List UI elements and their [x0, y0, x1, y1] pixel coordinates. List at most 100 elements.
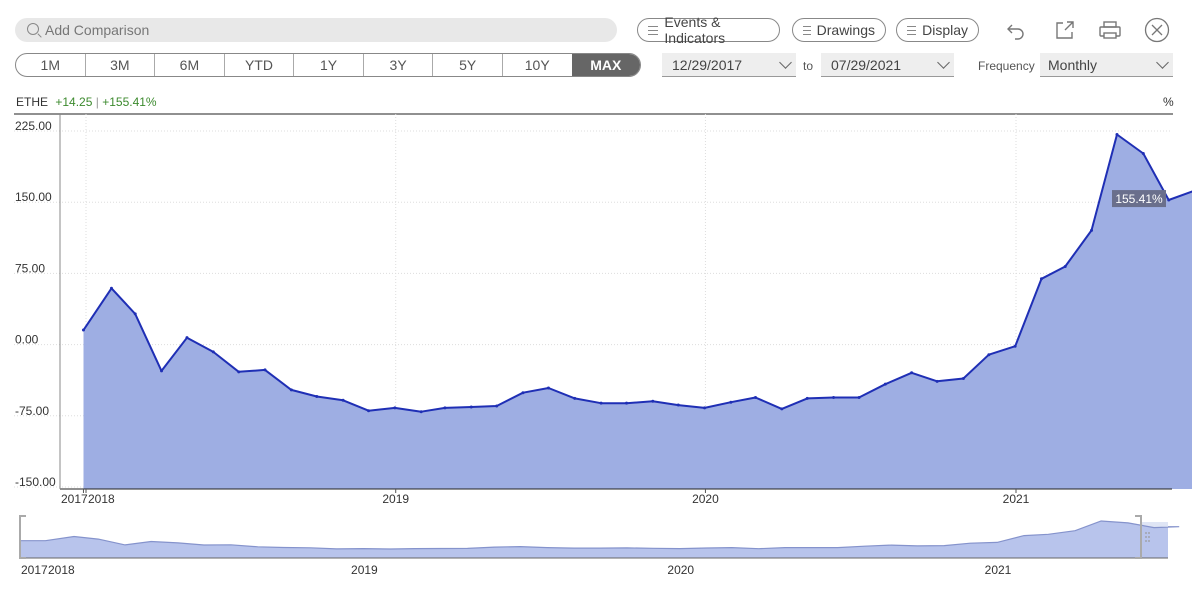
grip-dot [1148, 540, 1150, 542]
data-point [419, 410, 423, 414]
share-button[interactable] [1051, 16, 1079, 44]
start-date-select[interactable]: 12/29/2017 [662, 53, 796, 77]
data-point [1167, 198, 1171, 202]
range-selector: 1M 3M 6M YTD 1Y 3Y 5Y 10Y MAX [15, 53, 641, 77]
undo-icon [1007, 24, 1024, 40]
grip-dot [1148, 532, 1150, 534]
grip-dot [1145, 540, 1147, 542]
data-point [469, 405, 473, 409]
range-button-1m[interactable]: 1M [16, 54, 85, 76]
data-point [81, 328, 85, 332]
data-point [133, 312, 137, 316]
main-chart[interactable]: 225.00150.0075.000.00-75.00-150.002017 20… [0, 108, 1192, 510]
to-label: to [803, 59, 814, 73]
end-date-select[interactable]: 07/29/2021 [821, 53, 954, 77]
menu-icon [803, 25, 811, 35]
close-button[interactable] [1143, 16, 1171, 44]
data-point [367, 409, 371, 413]
data-point [495, 404, 499, 408]
data-point [703, 406, 707, 410]
search-icon [27, 23, 39, 35]
y-tick-label: 75.00 [15, 261, 45, 275]
data-point [832, 395, 836, 399]
undo-button[interactable] [1002, 16, 1030, 44]
data-point [1063, 264, 1067, 268]
end-date-value: 07/29/2021 [831, 57, 902, 73]
data-point [857, 395, 861, 399]
legend-change: +14.25 [55, 95, 93, 109]
y-tick-label: 225.00 [15, 119, 52, 133]
range-button-3m[interactable]: 3M [84, 54, 155, 76]
data-point [651, 399, 655, 403]
navigator-tick-label: 2021 [985, 563, 1012, 577]
data-point [599, 401, 603, 405]
menu-icon [907, 25, 917, 35]
data-point [1013, 344, 1017, 348]
data-point [546, 386, 550, 390]
drawings-button[interactable]: Drawings [792, 18, 886, 42]
grip-dot [1148, 536, 1150, 538]
data-point [753, 395, 757, 399]
frequency-value: Monthly [1048, 57, 1098, 73]
search-input[interactable] [45, 22, 585, 38]
range-button-1y[interactable]: 1Y [293, 54, 363, 76]
x-tick-label: 2021 [1003, 492, 1030, 506]
range-button-3y[interactable]: 3Y [362, 54, 433, 76]
y-tick-label: -150.00 [15, 475, 56, 489]
data-point [676, 403, 680, 407]
data-point [211, 350, 215, 354]
data-point [987, 353, 991, 357]
data-point [109, 286, 113, 290]
chevron-down-icon [937, 56, 950, 69]
drawings-label: Drawings [816, 22, 875, 38]
legend-percent: +155.41% [102, 95, 157, 109]
display-button[interactable]: Display [896, 18, 979, 42]
data-point [729, 400, 733, 404]
print-icon [1099, 21, 1121, 39]
data-point [961, 376, 965, 380]
data-point [883, 382, 887, 386]
legend-symbol: ETHE [16, 95, 49, 109]
navigator-chart[interactable]: 2017 2018 2019 2020 2021 [0, 510, 1192, 580]
data-point [780, 407, 784, 411]
data-point [1115, 132, 1119, 136]
external-link-icon [1056, 21, 1074, 39]
data-point [1141, 151, 1145, 155]
navigator-tick-label: 2019 [351, 563, 378, 577]
range-button-10y[interactable]: 10Y [501, 54, 572, 76]
display-label: Display [922, 22, 968, 38]
series-area [83, 134, 1192, 489]
x-tick-label: 2017 [61, 492, 88, 506]
menu-icon [648, 25, 659, 35]
data-point [263, 368, 267, 372]
frequency-select[interactable]: Monthly [1040, 53, 1173, 77]
chart-legend: ETHE +14.25 | +155.41% [16, 95, 157, 109]
data-point [289, 388, 293, 392]
legend-separator: | [95, 95, 99, 109]
events-indicators-button[interactable]: Events & Indicators [637, 14, 780, 46]
frequency-label: Frequency [978, 59, 1035, 73]
print-button[interactable] [1096, 16, 1124, 44]
range-button-6m[interactable]: 6M [154, 54, 224, 76]
range-button-5y[interactable]: 5Y [432, 54, 502, 76]
range-button-max[interactable]: MAX [571, 54, 640, 76]
x-tick-label: 2018 [88, 492, 115, 506]
data-point [910, 371, 914, 375]
data-point [160, 369, 164, 373]
data-point [315, 395, 319, 399]
chevron-down-icon [1156, 56, 1169, 69]
navigator-tick-label: 2017 [21, 563, 48, 577]
y-tick-label: -75.00 [15, 404, 49, 418]
close-icon [1144, 17, 1170, 43]
last-value-text: 155.41% [1115, 192, 1163, 206]
y-tick-label: 0.00 [15, 333, 39, 347]
add-comparison-search[interactable] [15, 18, 617, 42]
grip-dot [1145, 532, 1147, 534]
data-point [1039, 277, 1043, 281]
range-button-ytd[interactable]: YTD [223, 54, 294, 76]
data-point [237, 370, 241, 374]
navigator-tick-label: 2018 [48, 563, 75, 577]
events-indicators-label: Events & Indicators [664, 14, 726, 46]
data-point [573, 396, 577, 400]
data-point [625, 401, 629, 405]
